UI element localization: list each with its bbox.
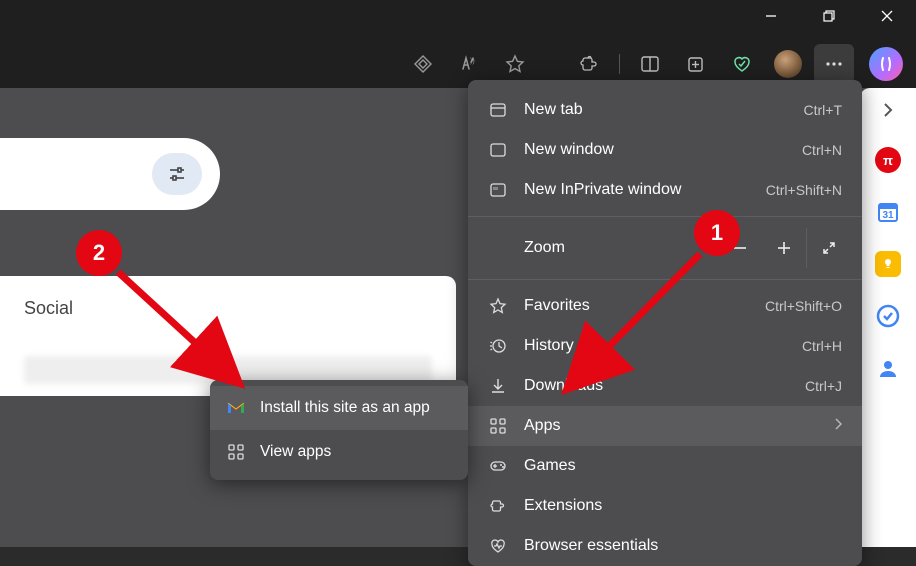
submenu-label: Install this site as an app: [260, 399, 452, 417]
menu-label: Downloads: [524, 377, 789, 395]
fullscreen-button[interactable]: [806, 228, 850, 268]
gmail-filter-bar: [0, 138, 220, 210]
gmail-social-tab[interactable]: Social: [0, 276, 456, 396]
browser-essentials-icon[interactable]: [722, 44, 762, 84]
apps-grid-icon: [226, 443, 246, 461]
menu-label: History: [524, 337, 786, 355]
menu-downloads[interactable]: Downloads Ctrl+J: [468, 366, 862, 406]
edge-right-sidebar: π 31: [860, 88, 916, 547]
menu-separator: [468, 279, 862, 280]
sidebar-expand-button[interactable]: [880, 102, 896, 121]
menu-new-inprivate[interactable]: New InPrivate window Ctrl+Shift+N: [468, 170, 862, 210]
menu-shortcut: Ctrl+N: [802, 142, 842, 158]
chevron-right-icon: [880, 102, 896, 118]
apps-icon: [488, 417, 508, 435]
gmail-icon: [226, 401, 246, 415]
menu-new-tab[interactable]: New tab Ctrl+T: [468, 90, 862, 130]
ellipsis-icon: [824, 54, 844, 74]
menu-browser-essentials[interactable]: Browser essentials: [468, 526, 862, 566]
copilot-icon: [869, 47, 903, 81]
profile-avatar[interactable]: [768, 44, 808, 84]
menu-new-window[interactable]: New window Ctrl+N: [468, 130, 862, 170]
sidebar-app-1[interactable]: π: [875, 147, 901, 173]
new-tab-icon: [488, 101, 508, 119]
window-titlebar: [0, 0, 916, 40]
menu-label: New InPrivate window: [524, 181, 750, 199]
menu-shortcut: Ctrl+H: [802, 338, 842, 354]
zoom-label: Zoom: [524, 239, 718, 257]
avatar-image: [774, 50, 802, 78]
sidebar-app-keep[interactable]: [875, 251, 901, 277]
submenu-label: View apps: [260, 443, 452, 461]
shopping-icon[interactable]: [403, 44, 443, 84]
restore-icon: [823, 10, 835, 22]
window-minimize-button[interactable]: [742, 0, 800, 32]
submenu-view-apps[interactable]: View apps: [210, 430, 468, 474]
fullscreen-icon: [821, 240, 837, 256]
menu-extensions[interactable]: Extensions: [468, 486, 862, 526]
menu-shortcut: Ctrl+J: [805, 378, 842, 394]
menu-favorites[interactable]: Favorites Ctrl+Shift+O: [468, 286, 862, 326]
svg-text:31: 31: [882, 210, 894, 221]
new-window-icon: [488, 141, 508, 159]
filter-tune-button[interactable]: [152, 153, 202, 195]
menu-games[interactable]: Games: [468, 446, 862, 486]
window-restore-button[interactable]: [800, 0, 858, 32]
annotation-badge-2: 2: [76, 230, 122, 276]
copilot-button[interactable]: [866, 44, 906, 84]
favorite-star-icon[interactable]: [495, 44, 535, 84]
download-icon: [488, 377, 508, 395]
menu-label: New window: [524, 141, 786, 159]
zoom-in-button[interactable]: [762, 228, 806, 268]
menu-shortcut: Ctrl+T: [804, 102, 843, 118]
sidebar-app-contacts[interactable]: [875, 355, 901, 381]
window-close-button[interactable]: [858, 0, 916, 32]
tune-icon: [167, 164, 187, 184]
games-icon: [488, 457, 508, 475]
svg-text:)): )): [470, 58, 475, 65]
submenu-install-app[interactable]: Install this site as an app: [210, 386, 468, 430]
annotation-badge-1: 1: [694, 210, 740, 256]
collections-icon[interactable]: [676, 44, 716, 84]
split-screen-icon[interactable]: [630, 44, 670, 84]
settings-and-more-button[interactable]: [814, 44, 854, 84]
history-icon: [488, 337, 508, 355]
menu-label: Extensions: [524, 497, 842, 515]
extensions-icon[interactable]: [569, 44, 609, 84]
social-tab-label: Social: [24, 298, 73, 318]
menu-zoom-row: Zoom: [468, 223, 862, 273]
puzzle-icon: [488, 497, 508, 515]
menu-shortcut: Ctrl+Shift+O: [765, 298, 842, 314]
sidebar-app-tasks[interactable]: [875, 303, 901, 329]
plus-icon: [776, 240, 792, 256]
minimize-icon: [765, 10, 777, 22]
menu-label: Games: [524, 457, 842, 475]
menu-separator: [468, 216, 862, 217]
close-icon: [881, 10, 893, 22]
sidebar-app-calendar[interactable]: 31: [875, 199, 901, 225]
chevron-right-icon: [834, 417, 842, 435]
read-aloud-icon[interactable]: )): [449, 44, 489, 84]
settings-menu: New tab Ctrl+T New window Ctrl+N New InP…: [468, 80, 862, 566]
menu-label: Browser essentials: [524, 537, 842, 555]
heart-pulse-icon: [488, 537, 508, 555]
menu-label: Favorites: [524, 297, 749, 315]
inprivate-icon: [488, 181, 508, 199]
menu-label: Apps: [524, 417, 818, 435]
menu-shortcut: Ctrl+Shift+N: [766, 182, 842, 198]
toolbar-separator: [619, 54, 620, 74]
star-icon: [488, 297, 508, 315]
menu-label: New tab: [524, 101, 788, 119]
menu-apps[interactable]: Apps: [468, 406, 862, 446]
menu-history[interactable]: History Ctrl+H: [468, 326, 862, 366]
apps-submenu: Install this site as an app View apps: [210, 380, 468, 480]
